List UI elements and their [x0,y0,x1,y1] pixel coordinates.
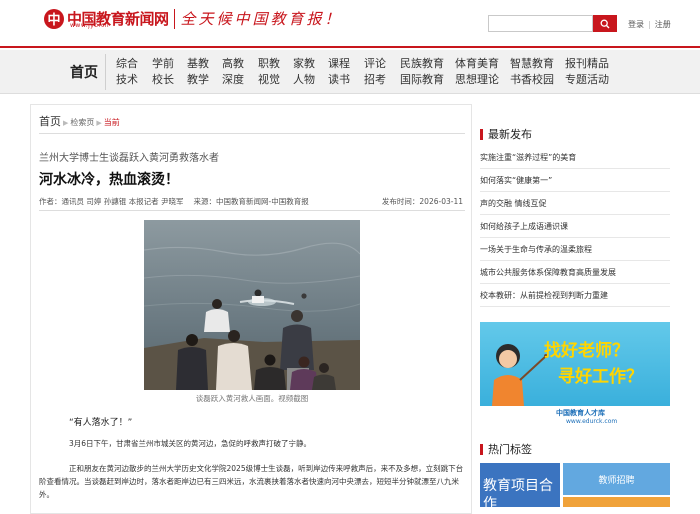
breadcrumb: 首页 ▶ 检索页 ▶ 当前 [39,113,120,129]
nav-item[interactable]: 民族教育 [400,56,444,72]
article-authors: 作者：通讯员 司婷 孙譓锟 本报记者 尹晓军 [39,197,184,206]
nav-column: 课程 读书 [328,56,350,88]
article-title: 河水冰冷，热血滚烫！ [39,172,179,188]
nav-item[interactable]: 报刊精品 [565,56,609,72]
latest-news-title: 最新发布 [488,128,532,141]
banner-footer: 中国教育人才库 www.edurck.com [480,406,670,428]
article-source: 来源：中国教育新闻网-中国教育报 [193,197,309,206]
logo-url: www.jyb.cn [70,22,110,29]
breadcrumb-home[interactable]: 首页 [39,115,61,128]
register-link[interactable]: 注册 [655,19,671,30]
nav-item[interactable]: 专题活动 [565,72,609,88]
nav-item[interactable]: 高教 [222,56,244,72]
nav-item[interactable]: 职教 [258,56,280,72]
account-divider: | [648,20,651,29]
banner-line-1: 找好老师？ [544,341,629,361]
recruitment-banner[interactable]: 找好老师？ 寻好工作？ 中国教育人才库 www.edurck.com [480,322,670,428]
nav-item[interactable]: 综合 [116,56,138,72]
latest-news-header: 最新发布 [480,126,670,142]
site-header: 中 中国教育新闻网 全天候中国教育报！ www.jyb.cn 登录 | 注册 [0,0,700,48]
tag-teacher-recruitment[interactable]: 教师招聘 [563,463,670,495]
chevron-right-icon: ▶ [96,119,102,127]
latest-news-item[interactable]: 城市公共服务体系保障教育高质量发展 [480,261,670,284]
nav-item[interactable]: 深度 [222,72,244,88]
nav-column: 评论 招考 [364,56,386,88]
nav-item[interactable]: 家教 [293,56,315,72]
section-marker [480,443,483,455]
nav-item[interactable]: 思想理论 [455,72,499,88]
latest-news-list: 实施注重“滋养过程”的美育 如何落实“健康第一” 声的交融 情线互促 如何给孩子… [480,146,670,307]
search-button[interactable] [593,15,617,32]
article-meta: 作者：通讯员 司婷 孙譓锟 本报记者 尹晓军 来源：中国教育新闻网-中国教育报 [39,196,309,207]
article-subtitle: 兰州大学博士生谈磊跃入黄河勇救落水者 [39,153,219,164]
main-nav: 首页 综合 技术 学前 校长 基教 教学 高教 深度 职教 视觉 家教 人物 课程 读书 评论… [0,50,700,94]
nav-column: 综合 技术 [116,56,138,88]
nav-item[interactable]: 体育美育 [455,56,499,72]
nav-item[interactable]: 国际教育 [400,72,444,88]
article-paragraph: 3月6日下午，甘肃省兰州市城关区的黄河边，急促的呼救声打破了宁静。 [69,439,312,448]
latest-news-panel: 最新发布 实施注重“滋养过程”的美育 如何落实“健康第一” 声的交融 情线互促 … [480,126,670,307]
divider [39,133,465,134]
nav-column: 民族教育 国际教育 [400,56,444,88]
nav-column: 报刊精品 专题活动 [565,56,609,88]
nav-column: 智慧教育 书香校园 [510,56,554,88]
hot-tags-title: 热门标签 [488,443,532,456]
section-marker [480,128,483,140]
latest-news-item[interactable]: 校本教研：从前提检视到判断力重建 [480,284,670,307]
photo-caption: 谈磊跃入黄河救人画面。视频截图 [195,394,309,403]
nav-item[interactable]: 课程 [328,56,350,72]
nav-divider [105,54,106,90]
nav-item[interactable]: 人物 [293,72,315,88]
nav-column: 学前 校长 [152,56,174,88]
chevron-right-icon: ▶ [63,119,69,127]
breadcrumb-current: 当前 [103,118,120,127]
account-links: 登录 | 注册 [628,19,671,30]
logo-mark-icon: 中 [44,8,64,29]
nav-item[interactable]: 校长 [152,72,174,88]
nav-item[interactable]: 视觉 [258,72,280,88]
site-slogan: 全天候中国教育报！ [180,10,343,28]
divider [39,210,465,211]
tag-tile[interactable] [563,497,670,507]
latest-news-item[interactable]: 如何落实“健康第一” [480,169,670,192]
banner-url: www.edurck.com [566,418,618,425]
nav-column: 体育美育 思想理论 [455,56,499,88]
nav-item[interactable]: 书香校园 [510,72,554,88]
latest-news-item[interactable]: 声的交融 情线互促 [480,192,670,215]
breadcrumb-section[interactable]: 检索页 [70,118,94,127]
article-quote: “有人落水了！” [69,418,133,428]
search-input[interactable] [488,15,593,32]
river-rescue-photo [144,220,360,390]
hot-tags-header: 热门标签 [480,441,670,457]
tag-education-project[interactable]: 教育项目合作 [480,463,560,507]
latest-news-item[interactable]: 如何给孩子上成语通识课 [480,215,670,238]
latest-news-item[interactable]: 实施注重“滋养过程”的美育 [480,146,670,169]
nav-item[interactable]: 智慧教育 [510,56,554,72]
search-icon [600,19,610,28]
nav-item[interactable]: 教学 [187,72,209,88]
nav-item[interactable]: 评论 [364,56,386,72]
nav-item[interactable]: 学前 [152,56,174,72]
nav-home[interactable]: 首页 [70,62,98,82]
logo-divider [173,8,175,29]
banner-line-2: 寻好工作？ [558,367,643,387]
article-pubtime: 发布时间：2026-03-11 [381,197,463,206]
article-photo[interactable] [144,220,360,390]
nav-item[interactable]: 技术 [116,72,138,88]
login-link[interactable]: 登录 [628,19,644,30]
nav-column: 高教 深度 [222,56,244,88]
article-card: 首页 ▶ 检索页 ▶ 当前 兰州大学博士生谈磊跃入黄河勇救落水者 河水冰冷，热血滚烫！ … [30,104,472,514]
banner-brand: 中国教育人才库 [556,409,605,417]
nav-column: 职教 视觉 [258,56,280,88]
nav-column: 家教 人物 [293,56,315,88]
nav-item[interactable]: 招考 [364,72,386,88]
nav-item[interactable]: 读书 [328,72,350,88]
article-paragraph: 正和朋友在黄河边散步的兰州大学历史文化学院2025级博士生谈磊，听到岸边传来呼救… [39,464,464,499]
nav-column: 基教 教学 [187,56,209,88]
nav-item[interactable]: 基教 [187,56,209,72]
latest-news-item[interactable]: 一场关于生命与传承的温柔旅程 [480,238,670,261]
